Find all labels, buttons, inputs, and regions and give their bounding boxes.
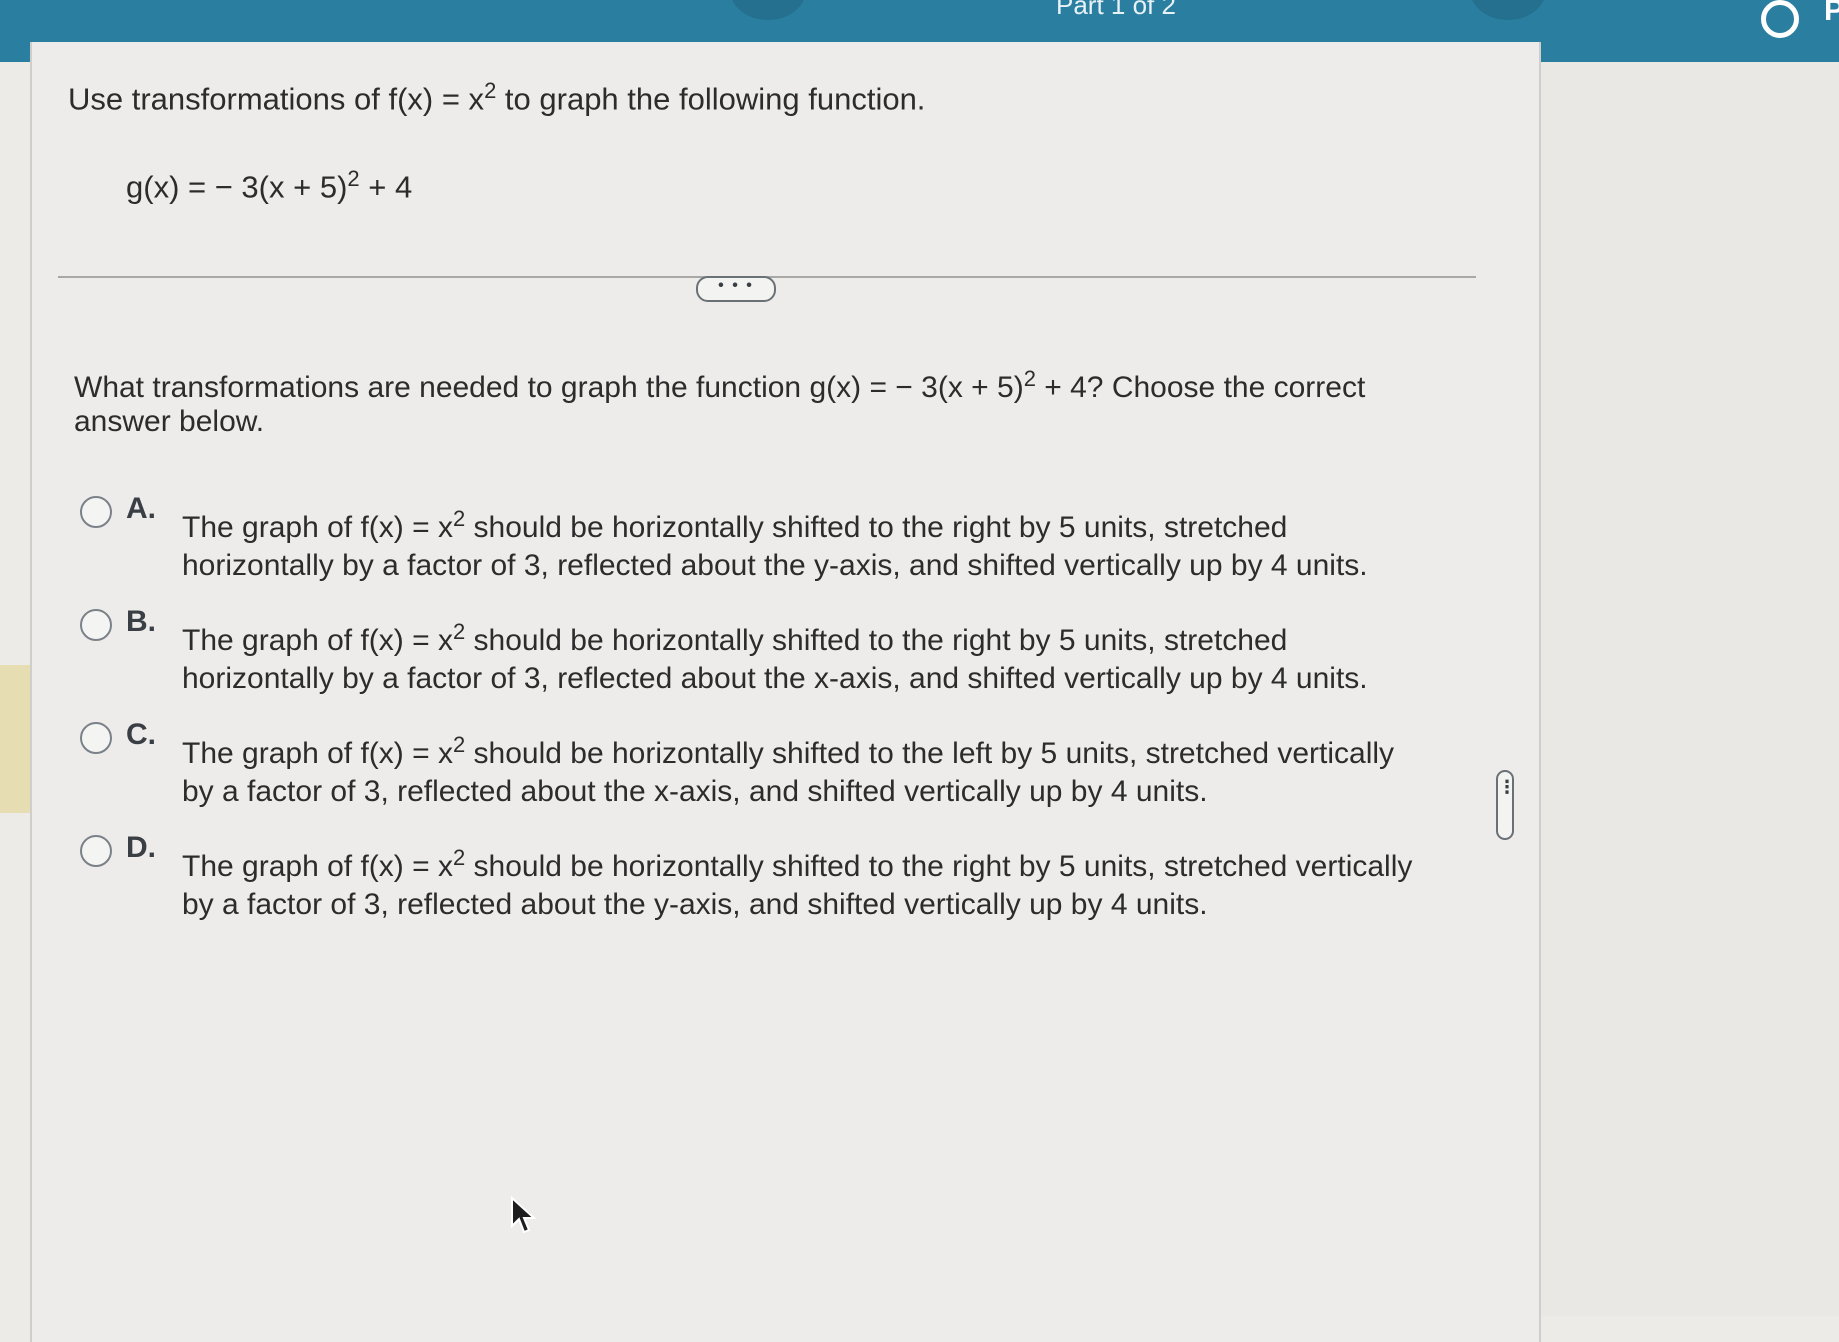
- expand-button[interactable]: • • •: [696, 276, 776, 302]
- option-letter: B.: [126, 605, 156, 638]
- option-text-start: The graph of f(x) = x: [182, 624, 453, 657]
- exponent: 2: [452, 732, 466, 757]
- option-text: The graph of f(x) = x2 should be horizon…: [182, 726, 1422, 811]
- top-bar-decoration: [730, 0, 806, 20]
- option-text: The graph of f(x) = x2 should be horizon…: [182, 839, 1422, 924]
- option-text: The graph of f(x) = x2 should be horizon…: [182, 613, 1422, 698]
- radio-button-b[interactable]: [80, 609, 112, 641]
- top-bar-decoration: [1470, 0, 1546, 20]
- option-text: The graph of f(x) = x2 should be horizon…: [182, 500, 1422, 585]
- part-indicator: Part 1 of 2: [1056, 0, 1176, 20]
- answer-option-a[interactable]: A. The graph of f(x) = x2 should be hori…: [80, 490, 1440, 590]
- question-text: What transformations are needed to graph…: [74, 371, 1024, 404]
- exponent: 2: [347, 166, 360, 191]
- function-text-end: + 4: [359, 169, 413, 205]
- problem-statement: Use transformations of f(x) = x2 to grap…: [68, 78, 925, 117]
- exponent: 2: [484, 78, 497, 103]
- circle-icon[interactable]: [1761, 0, 1799, 38]
- answer-option-b[interactable]: B. The graph of f(x) = x2 should be hori…: [80, 603, 1440, 703]
- option-letter: C.: [126, 718, 156, 751]
- option-text-start: The graph of f(x) = x: [182, 850, 453, 883]
- option-text-start: The graph of f(x) = x: [182, 511, 453, 544]
- exponent: 2: [452, 845, 466, 870]
- side-panel-handle[interactable]: ⋮: [1496, 770, 1516, 840]
- radio-button-d[interactable]: [80, 835, 112, 867]
- radio-button-a[interactable]: [80, 496, 112, 528]
- right-background: [1539, 62, 1839, 1316]
- question-prompt: What transformations are needed to graph…: [74, 362, 1414, 439]
- radio-button-c[interactable]: [80, 722, 112, 754]
- function-text: g(x) = − 3(x + 5): [126, 169, 348, 205]
- answer-option-c[interactable]: C. The graph of f(x) = x2 should be hori…: [80, 716, 1440, 816]
- edge-label: P: [1824, 0, 1839, 27]
- exponent: 2: [452, 506, 466, 531]
- problem-intro-text-end: to graph the following function.: [496, 81, 926, 117]
- exponent: 2: [452, 619, 466, 644]
- answer-option-d[interactable]: D. The graph of f(x) = x2 should be hori…: [80, 829, 1440, 929]
- option-letter: A.: [126, 492, 156, 525]
- function-expression: g(x) = − 3(x + 5)2 + 4: [126, 166, 412, 205]
- problem-intro-text: Use transformations of f(x) = x: [68, 81, 485, 117]
- option-text-start: The graph of f(x) = x: [182, 737, 453, 770]
- exponent: 2: [1023, 366, 1036, 391]
- option-letter: D.: [126, 831, 156, 864]
